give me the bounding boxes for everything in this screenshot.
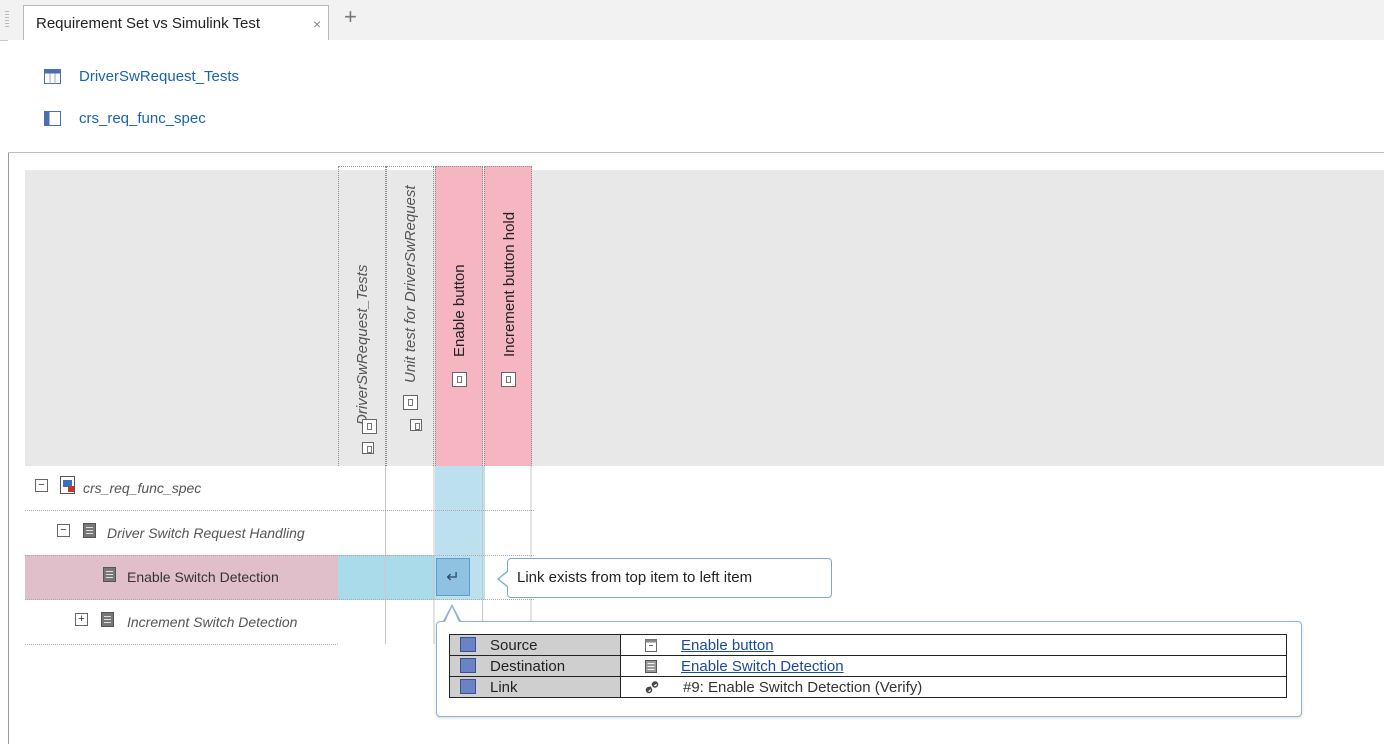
row-divider xyxy=(25,510,534,511)
req-set-file-icon xyxy=(60,476,75,494)
column-label: Increment button hold xyxy=(501,211,518,357)
details-value-cell: Enable Switch Detection xyxy=(620,655,1287,677)
row-label: Enable Switch Detection xyxy=(127,569,279,585)
row-driver-switch-request[interactable]: − Driver Switch Request Handling xyxy=(25,511,338,556)
drag-grip-icon[interactable] xyxy=(5,11,9,29)
collapse-icon[interactable] xyxy=(410,419,422,431)
row-label: crs_req_func_spec xyxy=(83,480,202,496)
column-label: Unit test for DriverSwRequest xyxy=(402,185,419,383)
property-icon xyxy=(460,678,476,694)
tab-label: Requirement Set vs Simulink Test xyxy=(36,15,260,32)
column-label: DriverSwRequest_Tests xyxy=(354,264,371,425)
tab-requirement-vs-test[interactable]: Requirement Set vs Simulink Test × xyxy=(23,5,329,40)
row-divider xyxy=(25,599,534,600)
requirement-icon xyxy=(645,638,657,652)
details-value-cell: #9: Enable Switch Detection (Verify) xyxy=(620,676,1287,698)
row-divider xyxy=(25,555,534,556)
details-table: Source Enable button Destination Enable … xyxy=(449,634,1287,698)
column-header-enable-button[interactable]: Enable button xyxy=(435,166,483,466)
row-enable-switch-detection[interactable]: Enable Switch Detection xyxy=(25,555,338,600)
artifact-label: DriverSwRequest_Tests xyxy=(79,67,240,85)
row-crs-req-func-spec[interactable]: − crs_req_func_spec xyxy=(25,466,338,511)
row-increment-switch-detection[interactable]: + Increment Switch Detection xyxy=(25,600,338,645)
destination-link[interactable]: Enable Switch Detection xyxy=(681,658,844,675)
requirement-icon xyxy=(501,372,516,387)
row-label: Driver Switch Request Handling xyxy=(107,525,305,541)
row-divider xyxy=(25,644,338,645)
details-key-cell: Source xyxy=(449,634,621,656)
link-cell[interactable]: ↵ xyxy=(436,558,470,596)
artifact-test-file[interactable]: DriverSwRequest_Tests xyxy=(44,65,239,87)
tooltip-text: Link exists from top item to left item xyxy=(517,569,753,586)
test-file-icon xyxy=(44,68,61,84)
link-arrow-icon: ↵ xyxy=(446,569,460,586)
link-description: #9: Enable Switch Detection (Verify) xyxy=(683,678,923,696)
requirement-doc-icon xyxy=(83,523,96,538)
column-header-unit-test[interactable]: Unit test for DriverSwRequest xyxy=(386,166,434,466)
collapse-icon[interactable]: − xyxy=(35,479,48,492)
row-label: Increment Switch Detection xyxy=(127,614,298,630)
artifact-label: crs_req_func_spec xyxy=(79,109,206,127)
column-header-increment-hold[interactable]: Increment button hold xyxy=(484,166,532,466)
test-suite-icon xyxy=(362,419,377,434)
details-key-cell: Link xyxy=(449,676,621,698)
close-icon[interactable]: × xyxy=(313,16,321,32)
details-row-destination: Destination Enable Switch Detection xyxy=(449,655,1287,677)
expand-icon[interactable]: + xyxy=(75,613,88,626)
link-chain-icon xyxy=(645,680,659,693)
property-icon xyxy=(460,636,476,652)
collapse-icon[interactable]: − xyxy=(57,524,70,537)
add-tab-button[interactable]: + xyxy=(344,4,357,30)
details-row-source: Source Enable button xyxy=(449,634,1287,656)
source-link[interactable]: Enable button xyxy=(681,637,774,654)
test-case-icon xyxy=(403,395,418,410)
details-key: Link xyxy=(490,678,518,696)
matrix-header xyxy=(25,170,1384,466)
requirement-doc-icon xyxy=(645,659,657,673)
details-key: Source xyxy=(490,636,538,654)
link-tooltip: Link exists from top item to left item xyxy=(497,558,832,598)
popup-caret-inner xyxy=(445,607,459,622)
details-row-link: Link #9: Enable Switch Detection (Verify… xyxy=(449,676,1287,698)
req-set-icon xyxy=(44,110,61,126)
property-icon xyxy=(460,657,476,673)
requirement-icon xyxy=(452,372,467,387)
requirement-doc-icon xyxy=(103,567,116,582)
requirement-doc-icon xyxy=(101,612,114,627)
details-value-cell: Enable button xyxy=(620,634,1287,656)
artifacts-panel: DriverSwRequest_Tests crs_req_func_spec xyxy=(8,40,1384,153)
tab-strip: Requirement Set vs Simulink Test × + xyxy=(0,0,1384,41)
link-details-popup: Source Enable button Destination Enable … xyxy=(436,621,1302,717)
details-key: Destination xyxy=(490,657,566,675)
column-label: Enable button xyxy=(451,264,468,357)
details-key-cell: Destination xyxy=(449,655,621,677)
column-header-tests[interactable]: DriverSwRequest_Tests xyxy=(338,166,386,466)
collapse-icon[interactable] xyxy=(362,442,374,454)
artifact-req-set[interactable]: crs_req_func_spec xyxy=(44,107,206,129)
